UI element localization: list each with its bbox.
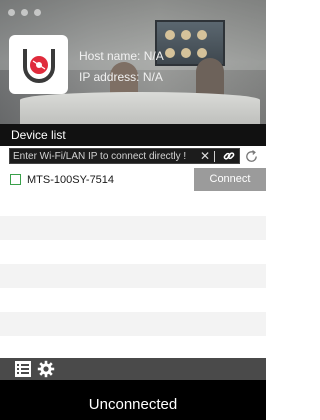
search-row: ✕ (0, 146, 266, 166)
list-icon[interactable] (14, 360, 32, 378)
device-name: MTS-100SY-7514 (27, 174, 115, 186)
app-logo (9, 35, 68, 94)
banner-photo-person (196, 58, 224, 98)
divider (214, 151, 215, 162)
hero-banner: Host name: N/A IP address: N/A (0, 0, 266, 124)
empty-row (0, 264, 266, 288)
empty-row (0, 312, 266, 336)
gear-icon[interactable] (37, 360, 55, 378)
empty-row (0, 216, 266, 240)
app-logo-icon (22, 48, 55, 83)
device-list-title: Device list (0, 124, 266, 146)
search-box: ✕ (9, 148, 240, 164)
close-icon[interactable]: ✕ (199, 148, 211, 164)
refresh-icon[interactable] (244, 149, 259, 164)
bottom-toolbar (0, 358, 266, 380)
host-info: Host name: N/A IP address: N/A (79, 46, 164, 88)
connection-status: Unconnected (0, 380, 266, 420)
window-dots (8, 9, 41, 16)
device-row[interactable]: MTS-100SY-7514 Connect (0, 168, 266, 192)
banner-photo-table (20, 92, 260, 124)
ip-address-label: IP address: N/A (79, 70, 163, 84)
link-icon[interactable] (222, 149, 236, 163)
host-name-label: Host name: N/A (79, 49, 164, 63)
ip-input[interactable] (13, 149, 193, 164)
device-checkbox[interactable] (10, 174, 21, 185)
connect-button[interactable]: Connect (194, 168, 266, 191)
